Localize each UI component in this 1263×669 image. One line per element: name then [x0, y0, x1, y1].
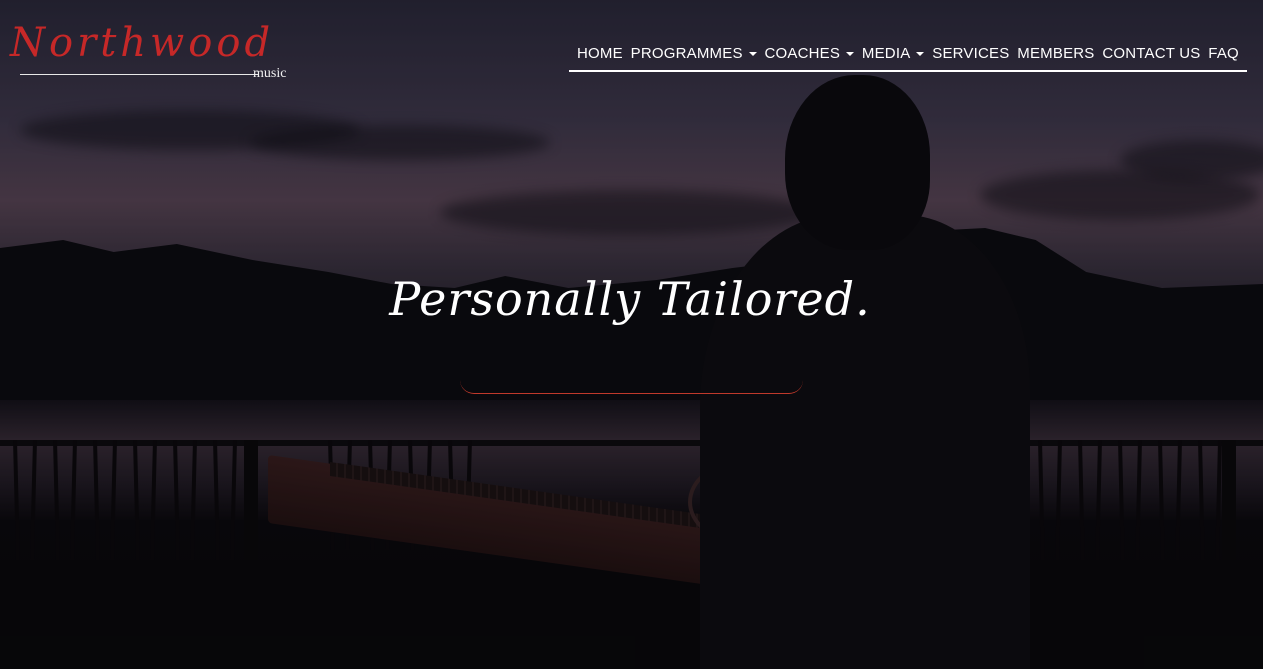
nav-label: MEDIA — [861, 44, 911, 62]
nav-label: PROGRAMMES — [630, 44, 743, 62]
nav-label: HOME — [577, 44, 623, 62]
nav-item-faq[interactable]: FAQ — [1208, 45, 1239, 62]
nav-item-members[interactable]: MEMBERS — [1017, 45, 1094, 62]
nav-item-home[interactable]: HOME — [577, 45, 623, 62]
hero-background — [0, 0, 1263, 669]
nav-item-programmes[interactable]: PROGRAMMES — [631, 45, 757, 62]
logo-wordmark: Northwood — [10, 20, 275, 66]
main-navigation: HOME PROGRAMMES COACHES MEDIA SERVICES M… — [569, 36, 1247, 72]
nav-label: CONTACT US — [1102, 44, 1201, 62]
hero-overlay — [0, 0, 1263, 669]
nav-label: FAQ — [1208, 44, 1239, 62]
hero-tagline: Personally Tailored. — [389, 272, 871, 326]
nav-label: COACHES — [764, 44, 841, 62]
chevron-down-icon — [846, 52, 855, 56]
logo-subtitle: music — [253, 66, 287, 81]
nav-label: MEMBERS — [1017, 44, 1095, 62]
nav-item-coaches[interactable]: COACHES — [764, 44, 855, 62]
tagline-underline — [460, 378, 803, 394]
chevron-down-icon — [916, 52, 925, 56]
nav-item-contact-us[interactable]: CONTACT US — [1102, 45, 1200, 62]
nav-label: SERVICES — [932, 44, 1010, 62]
chevron-down-icon — [748, 52, 757, 56]
logo-divider — [20, 74, 258, 75]
nav-item-media[interactable]: MEDIA — [862, 45, 925, 62]
nav-item-services[interactable]: SERVICES — [932, 45, 1009, 62]
brand-logo[interactable]: Northwood music — [10, 20, 310, 90]
